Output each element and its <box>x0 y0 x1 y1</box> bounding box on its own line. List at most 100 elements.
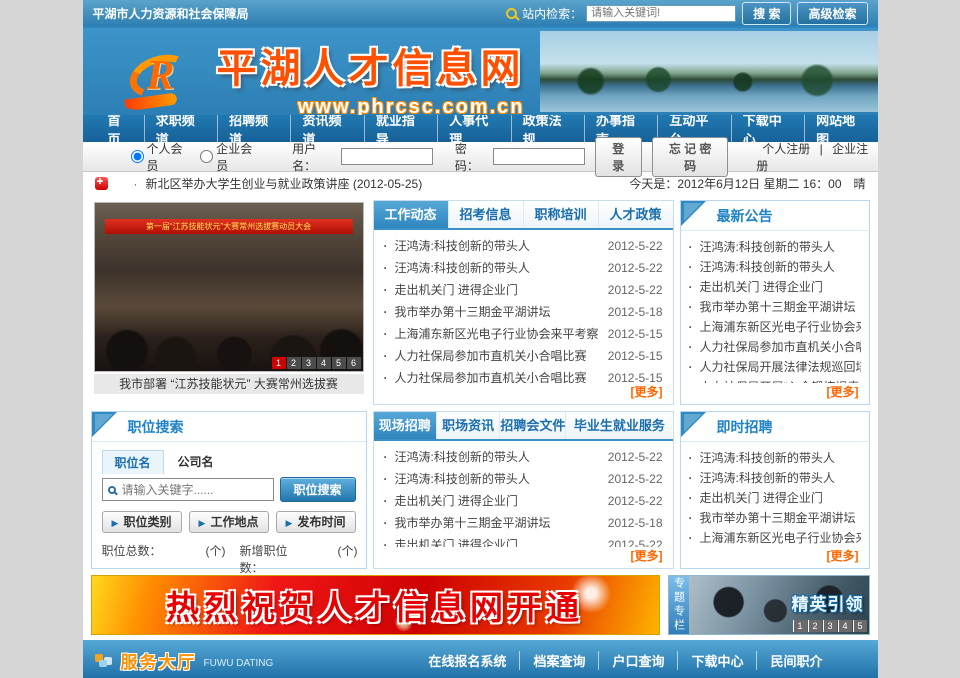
pager-6[interactable]: 6 <box>347 357 361 369</box>
news-more-link[interactable]: [更多] <box>374 383 673 404</box>
news-item[interactable]: ·汪鸿涛:科技创新的带头人2012-5-22 <box>384 257 663 279</box>
topic-banner-text: 精英引领 <box>792 590 864 615</box>
personal-member-label: 个人会员 <box>147 140 191 174</box>
stat-label: 职位总数： <box>102 542 174 576</box>
slideshow-column: 第一届“江苏技能状元”大赛常州选拔赛动员大会 1 2 3 4 5 6 我市部署 … <box>91 200 367 405</box>
nav-item-policy[interactable]: 政策法规 <box>511 110 584 148</box>
notice-item[interactable]: ·上海浦东新区光电子行业协会来平考 <box>689 317 861 337</box>
topic-pager-5[interactable]: 5 <box>853 620 867 632</box>
slideshow-caption[interactable]: 我市部署 “江苏技能状元” 大赛常州选拔赛 <box>94 374 364 394</box>
recruit-item[interactable]: ·我市举办第十三期金平湖讲坛2012-5-18 <box>384 512 663 534</box>
link-online-registration[interactable]: 在线报名系统 <box>415 651 519 670</box>
notice-title: 最新公告 <box>717 208 773 224</box>
notice-item[interactable]: ·人力社保局参加市直机关小合唱比赛 <box>689 337 861 357</box>
recruit-item[interactable]: ·汪鸿涛:科技创新的带头人2012-5-22 <box>384 468 663 490</box>
site-title-block: 平湖人才信息网 www.phrcsc.com.cn <box>217 36 525 115</box>
ticker-link[interactable]: 新北区举办大学生创业与就业政策讲座 (2012-05-25) <box>146 175 423 192</box>
topic-banner[interactable]: 专题专栏 精英引领 1 2 3 4 5 <box>668 575 870 635</box>
login-button[interactable]: 登 录 <box>595 137 643 177</box>
service-hall-subtitle: FUWU DATING <box>204 658 274 669</box>
company-member-radio-input[interactable] <box>200 150 213 163</box>
topic-photo: 精英引领 1 2 3 4 5 <box>689 576 869 634</box>
instant-column: 即时招聘 ·汪鸿涛:科技创新的带头人 ·汪鸿涛:科技创新的带头人 ·走出机关门 … <box>680 411 870 569</box>
notice-item[interactable]: ·走出机关门 进得企业门 <box>689 277 861 297</box>
notice-item[interactable]: ·汪鸿涛:科技创新的带头人 <box>689 257 861 277</box>
instant-item[interactable]: ·走出机关门 进得企业门 <box>689 488 861 508</box>
notice-panel: 最新公告 ·汪鸿涛:科技创新的带头人 ·汪鸿涛:科技创新的带头人 ·走出机关门 … <box>680 200 870 405</box>
recruit-item[interactable]: ·汪鸿涛:科技创新的带头人2012-5-22 <box>384 446 663 468</box>
username-input[interactable] <box>341 148 433 165</box>
slideshow-photo[interactable]: 第一届“江苏技能状元”大赛常州选拔赛动员大会 1 2 3 4 5 6 <box>94 202 364 372</box>
recruit-item[interactable]: ·走出机关门 进得企业门2012-5-22 <box>384 534 663 547</box>
personal-member-radio-input[interactable] <box>131 150 144 163</box>
filter-job-category[interactable]: ▶职位类别 <box>102 511 182 533</box>
filter-work-location[interactable]: ▶工作地点 <box>189 511 269 533</box>
news-item[interactable]: ·我市举办第十三期金平湖讲坛2012-5-18 <box>384 301 663 323</box>
topic-pager: 1 2 3 4 5 <box>793 620 867 632</box>
login-bar: 个人会员 企业会员 用户名： 密码： 登 录 忘 记 密 码 个人注册 | 企业… <box>83 142 878 172</box>
site-logo-icon: R <box>125 46 203 110</box>
keyword-input[interactable] <box>122 483 268 497</box>
tab-title-training[interactable]: 职称培训 <box>524 201 599 228</box>
pager-4[interactable]: 4 <box>317 357 331 369</box>
tab-graduate-service[interactable]: 毕业生就业服务 <box>566 412 672 439</box>
topic-pager-2[interactable]: 2 <box>808 620 822 632</box>
tab-company-name[interactable]: 公司名 <box>166 450 226 474</box>
news-item[interactable]: ·人力社保局参加市直机关小合唱比赛2012-5-15 <box>384 345 663 367</box>
register-divider: | <box>820 142 823 156</box>
news-item[interactable]: ·汪鸿涛:科技创新的带头人2012-5-22 <box>384 235 663 257</box>
notice-item[interactable]: ·汪鸿涛:科技创新的带头人 <box>689 237 861 257</box>
news-item[interactable]: ·上海浦东新区光电子行业协会来平考察2012-5-15 <box>384 323 663 345</box>
instant-title: 即时招聘 <box>717 419 773 435</box>
service-hall-bar: 服务大厅 FUWU DATING 在线报名系统 档案查询 户口查询 下载中心 民… <box>83 640 878 678</box>
topic-pager-1[interactable]: 1 <box>793 620 807 632</box>
link-private-agency[interactable]: 民间职介 <box>756 651 835 670</box>
forgot-password-button[interactable]: 忘 记 密 码 <box>652 137 728 177</box>
tab-workplace-news[interactable]: 职场资讯 <box>437 412 500 439</box>
link-download-center[interactable]: 下载中心 <box>677 651 756 670</box>
recruit-more-link[interactable]: [更多] <box>374 547 673 568</box>
pager-2[interactable]: 2 <box>287 357 301 369</box>
notice-item[interactable]: ·我市举办第十三期金平湖讲坛 <box>689 297 861 317</box>
stat-value: (个) <box>174 542 226 576</box>
pager-5[interactable]: 5 <box>332 357 346 369</box>
tab-exam-info[interactable]: 招考信息 <box>449 201 524 228</box>
job-search-button[interactable]: 职位搜索 <box>280 477 356 502</box>
search-icon <box>108 486 116 494</box>
tab-position-name[interactable]: 职位名 <box>102 450 164 474</box>
recruit-item[interactable]: ·走出机关门 进得企业门2012-5-22 <box>384 490 663 512</box>
password-input[interactable] <box>493 148 585 165</box>
content-row-2: 职位搜索 职位名 公司名 职位搜索 <box>91 411 870 569</box>
instant-more-link[interactable]: [更多] <box>681 547 869 568</box>
advanced-search-button[interactable]: 高级检索 <box>797 2 867 25</box>
filter-publish-time[interactable]: ▶发布时间 <box>276 511 356 533</box>
news-item[interactable]: ·走出机关门 进得企业门2012-5-22 <box>384 279 663 301</box>
link-household-query[interactable]: 户口查询 <box>598 651 677 670</box>
tab-onsite-recruit[interactable]: 现场招聘 <box>374 412 437 439</box>
notice-list: ·汪鸿涛:科技创新的带头人 ·汪鸿涛:科技创新的带头人 ·走出机关门 进得企业门… <box>681 231 869 383</box>
notice-item[interactable]: ·人力社保局开展法律法规巡回培训 <box>689 357 861 377</box>
company-member-radio[interactable]: 企业会员 <box>200 140 260 174</box>
announcement-icon <box>95 177 108 190</box>
nav-item-guidance[interactable]: 就业指导 <box>364 110 437 148</box>
site-search-input[interactable] <box>586 5 736 22</box>
tab-jobfair-files[interactable]: 招聘会文件 <box>500 412 566 439</box>
tab-talent-policy[interactable]: 人才政策 <box>599 201 673 228</box>
notice-more-link[interactable]: [更多] <box>681 383 869 404</box>
topic-pager-4[interactable]: 4 <box>838 620 852 632</box>
celebration-banner[interactable]: 热烈祝贺人才信息网开通 <box>91 575 660 635</box>
instant-item[interactable]: ·汪鸿涛:科技创新的带头人 <box>689 468 861 488</box>
tab-work-news[interactable]: 工作动态 <box>374 201 449 228</box>
instant-item[interactable]: ·上海浦东新区光电子行业协会来平考 <box>689 528 861 547</box>
corner-triangle-icon <box>92 412 117 437</box>
personal-register-link[interactable]: 个人注册 <box>756 142 816 156</box>
site-search-button[interactable]: 搜 索 <box>742 2 791 25</box>
pager-1[interactable]: 1 <box>272 357 286 369</box>
link-archive-query[interactable]: 档案查询 <box>519 651 598 670</box>
personal-member-radio[interactable]: 个人会员 <box>131 140 191 174</box>
news-item[interactable]: ·人力社保局参加市直机关小合唱比赛2012-5-15 <box>384 367 663 383</box>
instant-item[interactable]: ·我市举办第十三期金平湖讲坛 <box>689 508 861 528</box>
instant-item[interactable]: ·汪鸿涛:科技创新的带头人 <box>689 448 861 468</box>
topic-pager-3[interactable]: 3 <box>823 620 837 632</box>
pager-3[interactable]: 3 <box>302 357 316 369</box>
